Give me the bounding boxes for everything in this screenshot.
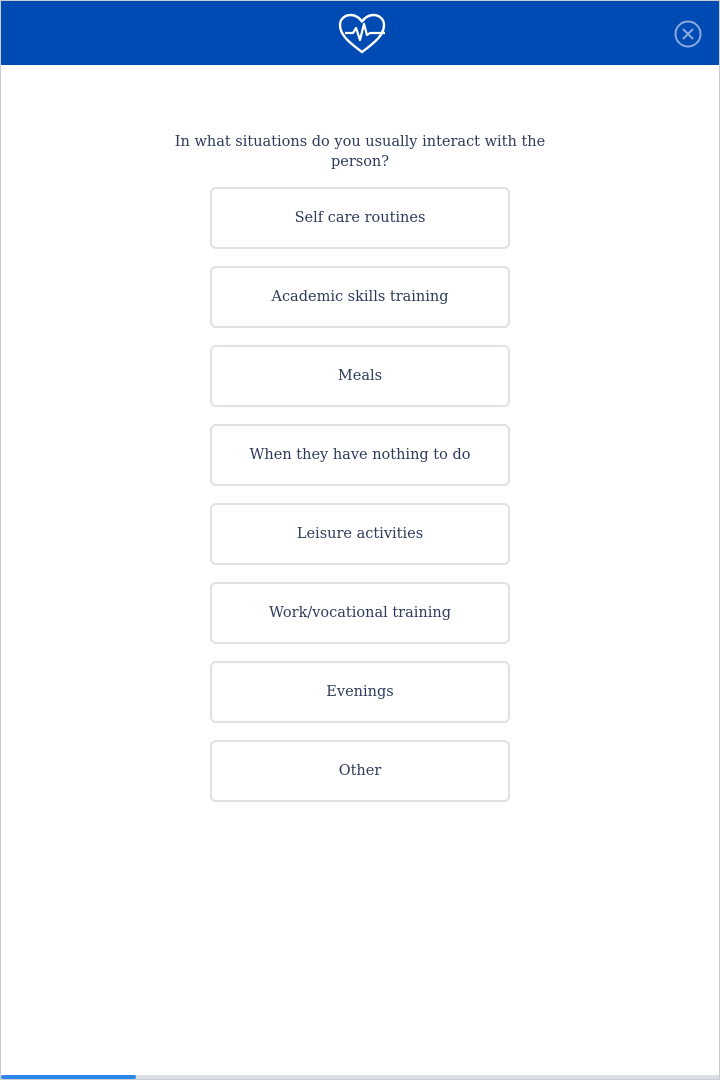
- option-button[interactable]: Self care routines: [210, 187, 510, 249]
- heart-pulse-icon: [338, 13, 386, 54]
- header-bar: [1, 1, 719, 65]
- option-button[interactable]: Other: [210, 740, 510, 802]
- question-text: In what situations do you usually intera…: [174, 134, 546, 170]
- options-list: Self care routines Academic skills train…: [210, 187, 510, 819]
- option-button[interactable]: When they have nothing to do: [210, 424, 510, 486]
- option-button[interactable]: Work/vocational training: [210, 582, 510, 644]
- option-button[interactable]: Evenings: [210, 661, 510, 723]
- progress-fill: [1, 1075, 136, 1079]
- option-button[interactable]: Meals: [210, 345, 510, 407]
- close-icon[interactable]: [673, 19, 703, 49]
- progress-bar: [1, 1075, 719, 1079]
- option-button[interactable]: Academic skills training: [210, 266, 510, 328]
- option-button[interactable]: Leisure activities: [210, 503, 510, 565]
